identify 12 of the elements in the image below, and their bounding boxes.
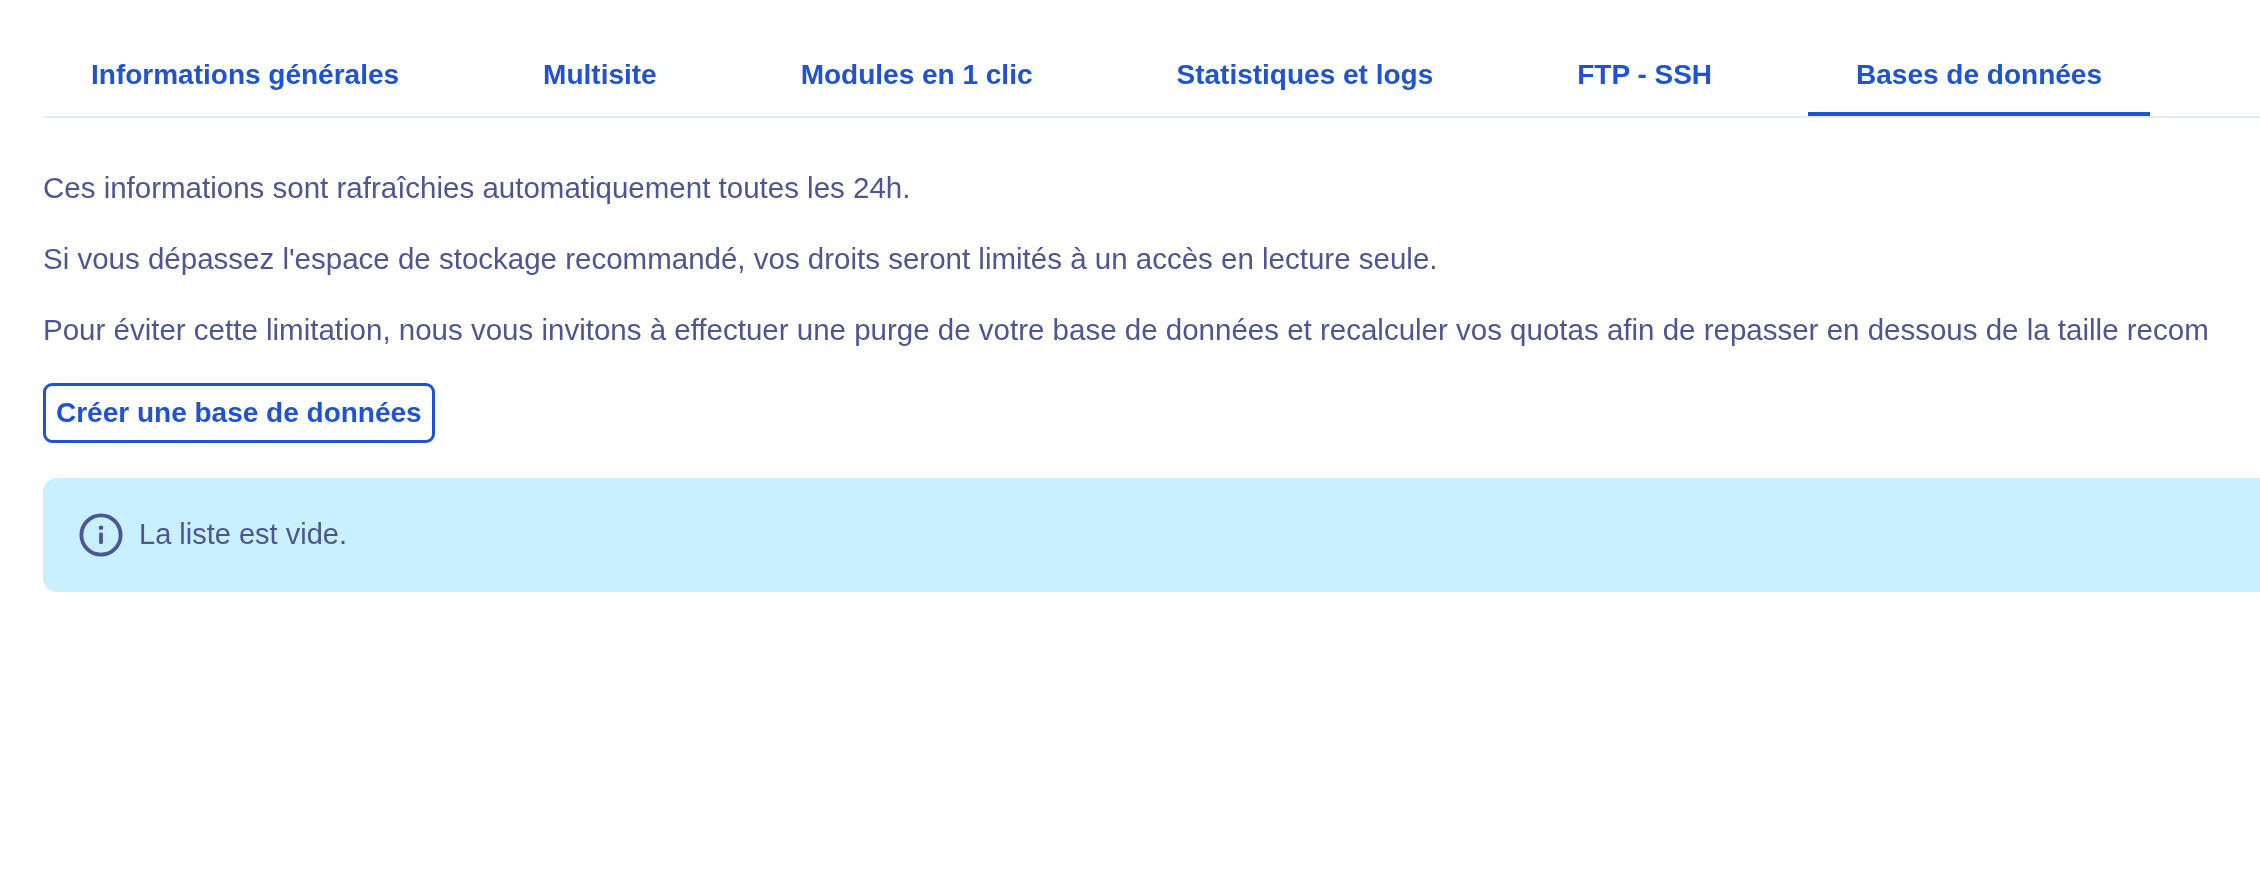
tab[interactable]: Informations générales (43, 36, 448, 116)
tab[interactable]: Modules en 1 clic (752, 36, 1081, 116)
create-database-button[interactable]: Créer une base de données (43, 382, 435, 443)
tab[interactable]: Bases de données (1808, 36, 2150, 116)
tab[interactable]: FTP - SSH (1529, 36, 1761, 116)
tab[interactable]: Multisite (495, 36, 705, 116)
info-paragraph: Pour éviter cette limitation, nous vous invitons à effectuer une purge de votre base de données et recalculer vos quotas afin de repasser en dessous de la taille recom (43, 311, 2210, 348)
alert-message: La liste est vide. (139, 516, 347, 552)
info-paragraph: Si vous dépassez l'espace de stockage recommandé, vos droits seront limités à un accès en lecture seule. (43, 240, 1439, 277)
tab[interactable]: Statistiques et logs (1128, 36, 1482, 116)
info-paragraph: Ces informations sont rafraîchies automatiquement toutes les 24h. (43, 169, 912, 206)
info-icon (79, 512, 123, 557)
